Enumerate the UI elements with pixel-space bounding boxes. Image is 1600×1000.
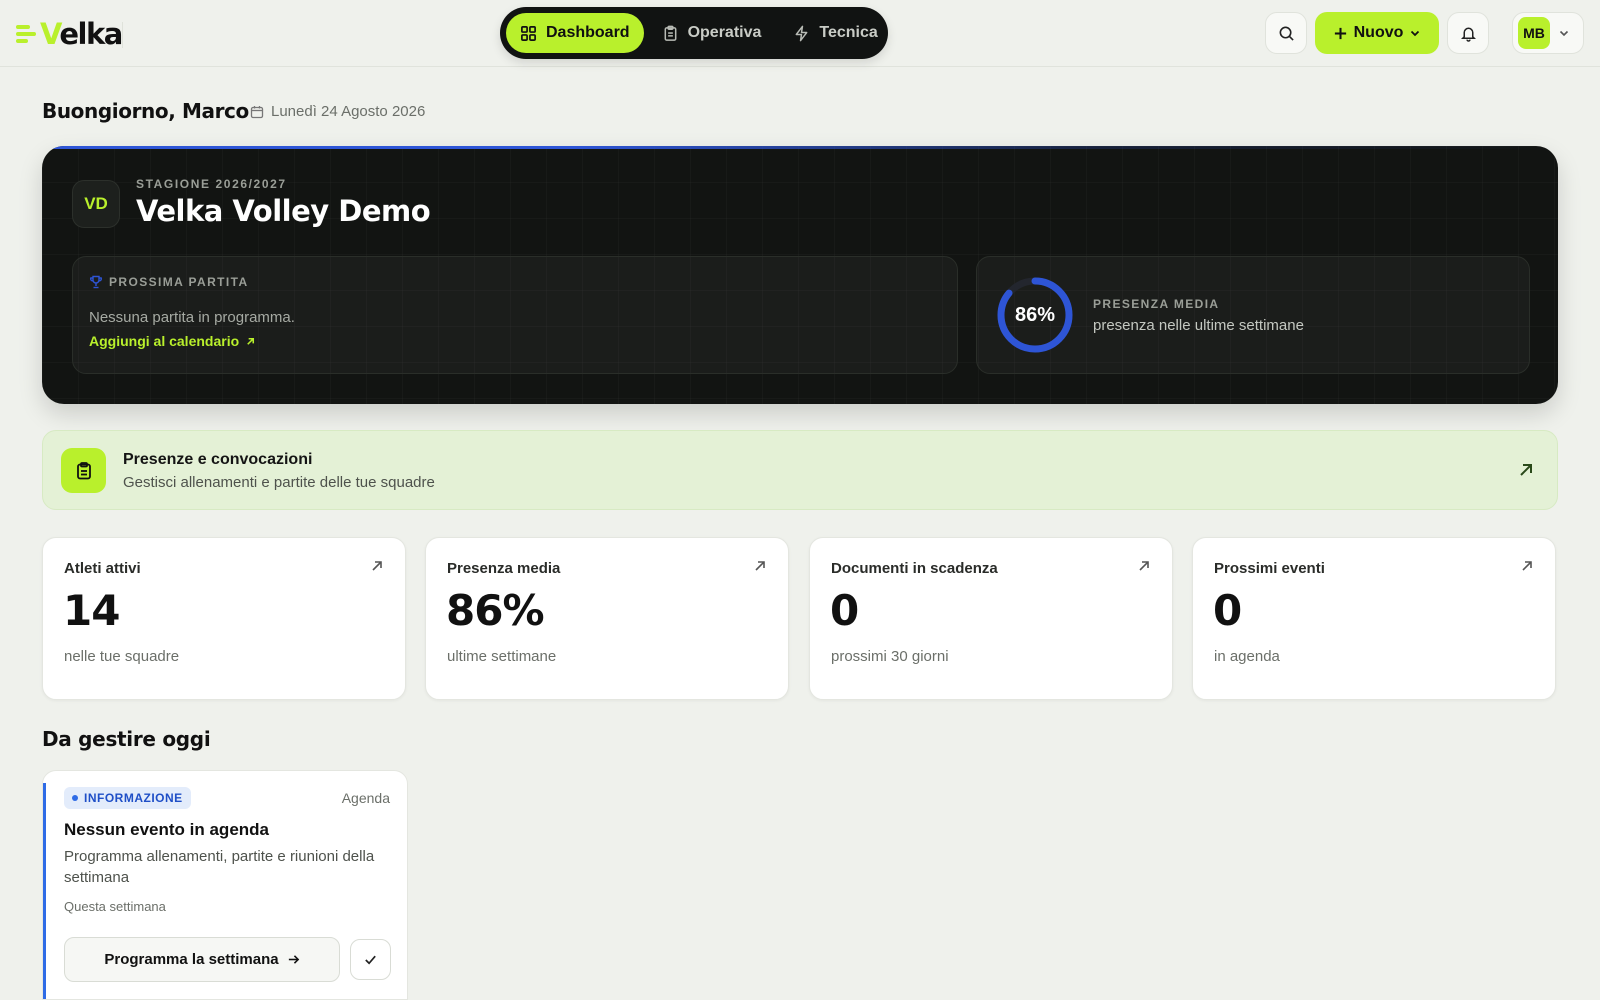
status-badge: INFORMAZIONE	[64, 787, 191, 809]
season-hero-card: VD STAGIONE 2026/2027 Velka Volley Demo …	[42, 146, 1558, 404]
task-category: Agenda	[341, 790, 390, 806]
current-date: Lunedì 24 Agosto 2026	[250, 103, 425, 120]
season-label: STAGIONE 2026/2027	[136, 177, 287, 191]
nav-tab-tecnica[interactable]: Tecnica	[779, 13, 891, 53]
logo[interactable]: Velka	[16, 16, 123, 52]
arrow-up-right-icon	[247, 337, 255, 345]
bell-icon	[1460, 27, 1476, 42]
nav-tab-label: Dashboard	[546, 24, 630, 41]
nav-tab-dashboard[interactable]: Dashboard	[506, 13, 644, 53]
attendance-sub: presenza nelle ultime settimane	[1093, 317, 1304, 334]
banner-subtitle: Gestisci allenamenti e partite delle tue…	[123, 474, 435, 491]
chevron-down-icon	[1559, 30, 1569, 37]
attendance-label: PRESENZA MEDIA	[1093, 297, 1220, 311]
next-match-label: PROSSIMA PARTITA	[89, 275, 249, 289]
task-description: Programma allenamenti, partite e riunion…	[64, 848, 375, 886]
dot-icon	[72, 795, 78, 801]
logo-mark-icon	[16, 24, 36, 44]
nav-tab-label: Operativa	[687, 24, 762, 41]
check-icon	[365, 955, 376, 965]
clipboard-icon	[664, 25, 677, 41]
section-title-today: Da gestire oggi	[42, 727, 211, 751]
club-badge: VD	[72, 180, 120, 228]
plus-icon	[1334, 27, 1346, 39]
stat-value: 0	[830, 586, 859, 635]
clipboard-icon	[61, 448, 106, 493]
user-menu[interactable]: MB	[1512, 12, 1584, 54]
task-title: Nessun evento in agenda	[64, 820, 269, 839]
stat-card-expiring-documents[interactable]: Documenti in scadenza 0 prossimi 30 gior…	[809, 537, 1173, 700]
next-match-empty-text: Nessuna partita in programma.	[89, 309, 295, 326]
task-timeframe: Questa settimana	[64, 899, 166, 914]
stat-sub: prossimi 30 giorni	[831, 648, 949, 665]
arrow-right-icon	[288, 955, 299, 964]
main-nav: Dashboard Operativa Tecnica	[500, 7, 888, 59]
add-to-calendar-link[interactable]: Aggiungi al calendario	[89, 333, 256, 349]
club-name: Velka Volley Demo	[136, 194, 431, 228]
task-card: INFORMAZIONE Agenda Nessun evento in age…	[42, 770, 408, 1000]
stat-label: Presenza media	[447, 560, 561, 577]
stat-card-upcoming-events[interactable]: Prossimi eventi 0 in agenda	[1192, 537, 1556, 700]
bolt-icon	[795, 25, 808, 41]
arrow-up-right-icon	[372, 561, 382, 571]
attendance-callups-banner[interactable]: Presenze e convocazioni Gestisci allenam…	[42, 430, 1558, 510]
new-button-label: Nuovo	[1353, 24, 1404, 41]
arrow-up-right-icon	[1522, 561, 1532, 571]
notifications-button[interactable]	[1447, 12, 1489, 54]
attendance-ring-value: 86%	[1014, 303, 1056, 326]
top-bar: Velka Dashboard Operativa Tecnica Nuovo …	[0, 0, 1600, 67]
chevron-down-icon	[1411, 30, 1420, 37]
date-text: Lunedì 24 Agosto 2026	[271, 103, 426, 120]
arrow-up-right-icon	[1139, 561, 1149, 571]
stat-label: Atleti attivi	[64, 560, 141, 577]
plan-week-button[interactable]: Programma la settimana	[64, 937, 340, 982]
search-icon	[1279, 26, 1294, 41]
grid-icon	[521, 25, 536, 41]
stat-value: 14	[63, 586, 120, 635]
logo-wordmark: Velka	[40, 17, 123, 51]
arrow-up-right-icon	[755, 561, 765, 571]
stat-sub: nelle tue squadre	[64, 648, 180, 665]
trophy-icon	[89, 275, 103, 289]
avatar: MB	[1518, 17, 1550, 49]
nav-tab-label: Tecnica	[819, 24, 878, 41]
stat-sub: ultime settimane	[447, 648, 557, 665]
stat-sub: in agenda	[1214, 648, 1280, 665]
attendance-card: 86% PRESENZA MEDIA presenza nelle ultime…	[976, 256, 1530, 374]
page-title: Buongiorno, Marco	[42, 99, 249, 123]
search-button[interactable]	[1265, 12, 1307, 54]
stat-card-active-athletes[interactable]: Atleti attivi 14 nelle tue squadre	[42, 537, 406, 700]
stat-value: 86%	[446, 586, 545, 635]
arrow-up-right-icon	[1520, 464, 1532, 476]
stat-value: 0	[1213, 586, 1242, 635]
stat-label: Documenti in scadenza	[831, 560, 998, 577]
calendar-icon	[250, 105, 264, 118]
divider	[122, 22, 123, 48]
stat-card-average-attendance[interactable]: Presenza media 86% ultime settimane	[425, 537, 789, 700]
next-match-card: PROSSIMA PARTITA Nessuna partita in prog…	[72, 256, 958, 374]
mark-done-button[interactable]	[350, 939, 391, 980]
nav-tab-operativa[interactable]: Operativa	[648, 13, 776, 53]
new-button[interactable]: Nuovo	[1315, 12, 1439, 54]
banner-title: Presenze e convocazioni	[123, 451, 313, 468]
stat-label: Prossimi eventi	[1214, 560, 1325, 577]
